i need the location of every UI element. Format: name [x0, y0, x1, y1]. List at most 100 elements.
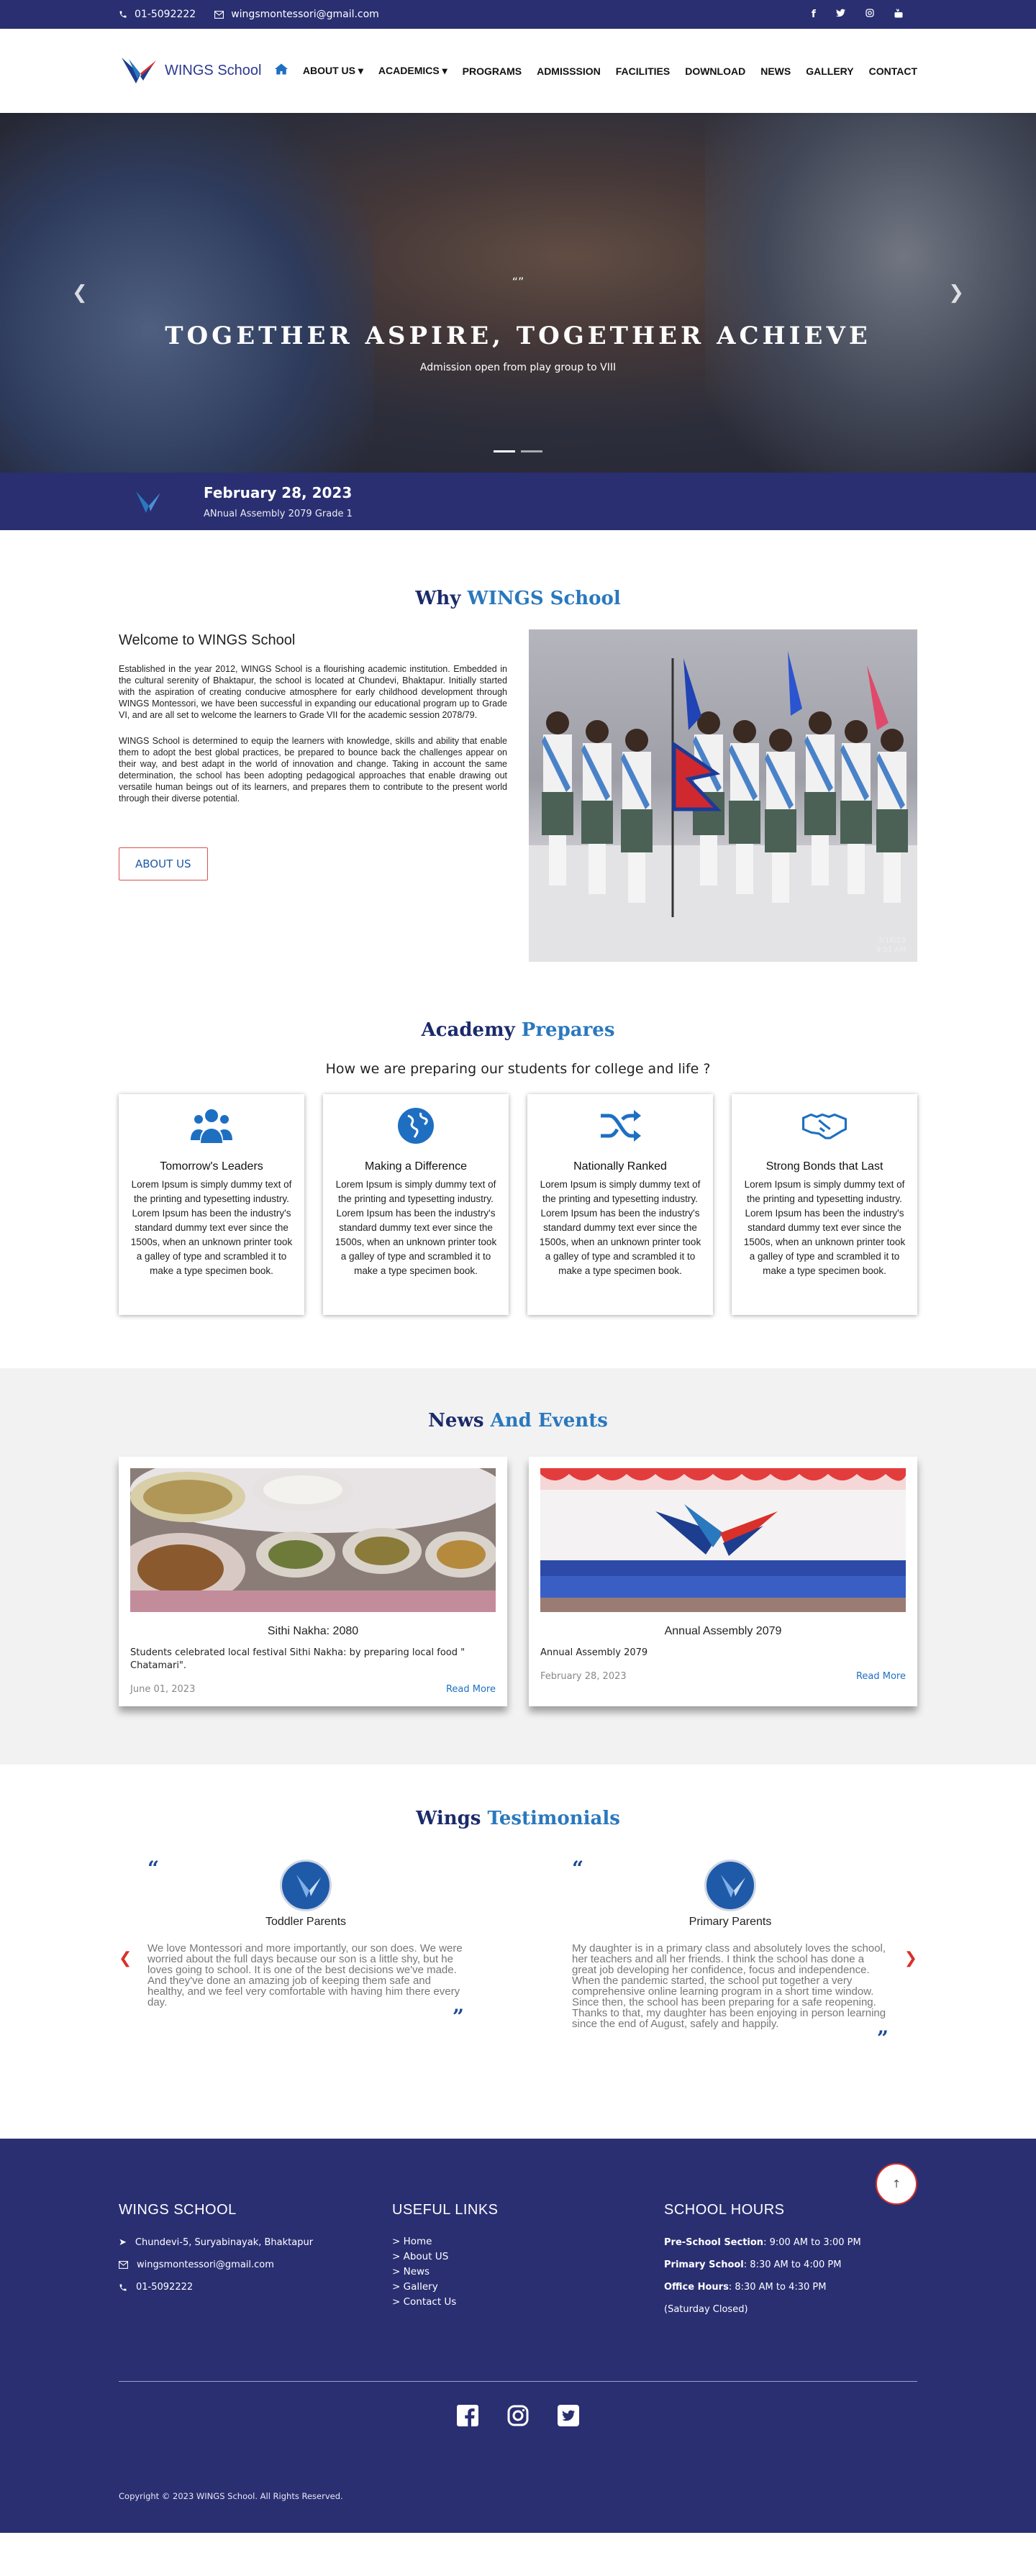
- feature-card-title: Making a Difference: [365, 1160, 467, 1173]
- footer-link-news[interactable]: > News: [392, 2265, 664, 2280]
- site-logo[interactable]: WINGS School: [119, 55, 261, 88]
- news-card-date: February 28, 2023: [540, 1671, 627, 1682]
- handshake-icon: [802, 1113, 847, 1139]
- footer-divider: [119, 2381, 917, 2382]
- topbar-phone[interactable]: 01-5092222: [119, 9, 196, 20]
- youtube-icon[interactable]: [894, 8, 903, 21]
- footer-email[interactable]: wingsmontessori@gmail.com: [137, 2259, 274, 2270]
- site-header: WINGS School ABOUT US ▾ ACADEMICS ▾ PROG…: [0, 29, 1036, 113]
- news-heading: News And Events: [428, 1410, 608, 1432]
- shuffle-icon: [601, 1110, 641, 1142]
- users-icon: [191, 1109, 232, 1143]
- news-events-section: News And Events Sithi Nakha: 2080 Studen…: [0, 1368, 1036, 1765]
- globe-icon: [398, 1108, 434, 1144]
- phone-icon: [119, 2284, 127, 2290]
- copyright-text: Copyright © 2023 WINGS School. All Right…: [119, 2491, 343, 2501]
- footer-hours-title: SCHOOL HOURS: [664, 2202, 785, 2218]
- footer-link-about[interactable]: > About US: [392, 2249, 664, 2265]
- wings-mark-icon: [136, 491, 160, 513]
- latest-news-strip: February 28, 2023 ANnual Assembly 2079 G…: [0, 473, 1036, 530]
- carousel-dot-1[interactable]: [494, 450, 515, 452]
- nav-admission[interactable]: ADMISSSION: [537, 65, 601, 77]
- news-card-desc: Students celebrated local festival Sithi…: [130, 1647, 465, 1671]
- testimonial-name: Primary Parents: [689, 1916, 772, 1928]
- why-paragraph-1: Established in the year 2012, WINGS Scho…: [119, 664, 507, 720]
- students-photo: 3/16/23 9:51 AM: [529, 629, 917, 962]
- hero-subtitle: Admission open from play group to VIII: [419, 362, 617, 373]
- hero-carousel: ❮ ❯ “” TOGETHER ASPIRE, TOGETHER ACHIEVE…: [0, 113, 1036, 473]
- nav-news[interactable]: NEWS: [760, 65, 791, 77]
- twitter-icon[interactable]: [836, 9, 845, 21]
- footer-phone[interactable]: 01-5092222: [136, 2282, 193, 2293]
- nav-download[interactable]: DOWNLOAD: [685, 65, 745, 77]
- site-logo-text: WINGS School: [165, 63, 262, 78]
- feature-card: Nationally Ranked Lorem Ipsum is simply …: [527, 1094, 713, 1315]
- strip-news-date: February 28, 2023: [204, 483, 353, 501]
- testimonial-text: We love Montessori and more importantly,…: [147, 1942, 463, 2008]
- twitter-icon[interactable]: [558, 2405, 579, 2426]
- feature-card-title: Strong Bonds that Last: [765, 1160, 883, 1173]
- feature-card-title: Nationally Ranked: [573, 1160, 667, 1173]
- instagram-icon[interactable]: [507, 2405, 529, 2426]
- footer-link-home[interactable]: > Home: [392, 2234, 664, 2249]
- testimonial-text: My daughter is in a primary class and ab…: [572, 1942, 886, 2030]
- topbar-phone-text: 01-5092222: [135, 9, 196, 20]
- footer-link-contact[interactable]: > Contact Us: [392, 2295, 664, 2310]
- testimonial-item: “ Toddler Parents We love Montessori and…: [147, 1857, 464, 2050]
- about-us-button[interactable]: ABOUT US: [119, 847, 208, 880]
- hours-row: Office Hours: 8:30 AM to 4:30 PM: [664, 2282, 827, 2293]
- read-more-link[interactable]: Read More: [856, 1671, 906, 1682]
- testimonial-next-icon[interactable]: ❯: [904, 1949, 917, 1967]
- caret-down-icon: ▾: [358, 65, 363, 76]
- feature-card: Tomorrow's Leaders Lorem Ipsum is simply…: [119, 1094, 304, 1315]
- feature-card-text: Lorem Ipsum is simply dummy text of the …: [743, 1179, 906, 1276]
- feature-card: Making a Difference Lorem Ipsum is simpl…: [323, 1094, 509, 1315]
- why-heading: Why WINGS School: [415, 588, 621, 609]
- nav-gallery[interactable]: GALLERY: [806, 65, 853, 77]
- home-icon[interactable]: [274, 63, 288, 78]
- hero-title: TOGETHER ASPIRE, TOGETHER ACHIEVE: [165, 322, 871, 350]
- nav-programs[interactable]: PROGRAMS: [463, 65, 522, 77]
- avatar: [704, 1860, 756, 1911]
- nav-academics[interactable]: ACADEMICS ▾: [378, 65, 447, 77]
- instagram-icon[interactable]: [865, 8, 874, 21]
- topbar-email-text: wingsmontessori@gmail.com: [231, 9, 379, 20]
- nav-facilities[interactable]: FACILITIES: [616, 65, 670, 77]
- quote-close-icon: ”: [452, 2005, 464, 2029]
- location-arrow-icon: ➤: [119, 2237, 127, 2248]
- feature-card-text: Lorem Ipsum is simply dummy text of the …: [335, 1179, 497, 1276]
- site-footer: ↑ WINGS SCHOOL ➤ Chundevi-5, Suryabinaya…: [0, 2139, 1036, 2533]
- hero-quote-mark: “”: [512, 275, 524, 288]
- news-card-title[interactable]: Sithi Nakha: 2080: [130, 1625, 496, 1638]
- students-illustration: [529, 651, 917, 962]
- avatar: [280, 1860, 332, 1911]
- facebook-icon[interactable]: [457, 2405, 478, 2426]
- testimonial-prev-icon[interactable]: ❮: [119, 1949, 132, 1967]
- news-card-image: [130, 1468, 496, 1612]
- news-card[interactable]: Sithi Nakha: 2080 Students celebrated lo…: [119, 1457, 507, 1706]
- saturday-note: (Saturday Closed): [664, 2304, 748, 2315]
- feature-card: Strong Bonds that Last Lorem Ipsum is si…: [732, 1094, 917, 1315]
- testimonials-heading: Wings Testimonials: [416, 1808, 620, 1829]
- envelope-icon: [119, 2261, 128, 2269]
- nav-about-us[interactable]: ABOUT US ▾: [303, 65, 363, 77]
- news-card-image: [540, 1468, 906, 1612]
- testimonial-name: Toddler Parents: [265, 1916, 347, 1928]
- caret-down-icon: ▾: [442, 65, 447, 76]
- facebook-icon[interactable]: f: [812, 9, 816, 21]
- news-card-date: June 01, 2023: [130, 1684, 196, 1695]
- feature-card-text: Lorem Ipsum is simply dummy text of the …: [130, 1179, 293, 1276]
- topbar-email[interactable]: wingsmontessori@gmail.com: [214, 9, 379, 20]
- carousel-dot-2[interactable]: [521, 450, 542, 452]
- testimonials-section: Wings Testimonials ❮ “ Toddler Parents W…: [0, 1765, 1036, 2139]
- top-bar: 01-5092222 wingsmontessori@gmail.com f: [0, 0, 1036, 29]
- prepares-heading: Academy Prepares: [421, 1019, 615, 1041]
- news-card[interactable]: Annual Assembly 2079 Annual Assembly 207…: [529, 1457, 917, 1706]
- read-more-link[interactable]: Read More: [446, 1684, 496, 1695]
- footer-link-gallery[interactable]: > Gallery: [392, 2280, 664, 2295]
- quote-open-icon: “: [147, 1857, 160, 1880]
- strip-news-title[interactable]: ANnual Assembly 2079 Grade 1: [204, 509, 353, 519]
- news-card-title[interactable]: Annual Assembly 2079: [540, 1625, 906, 1638]
- nav-contact[interactable]: CONTACT: [869, 65, 917, 77]
- photo-timestamp: 3/16/23 9:51 AM: [876, 937, 906, 954]
